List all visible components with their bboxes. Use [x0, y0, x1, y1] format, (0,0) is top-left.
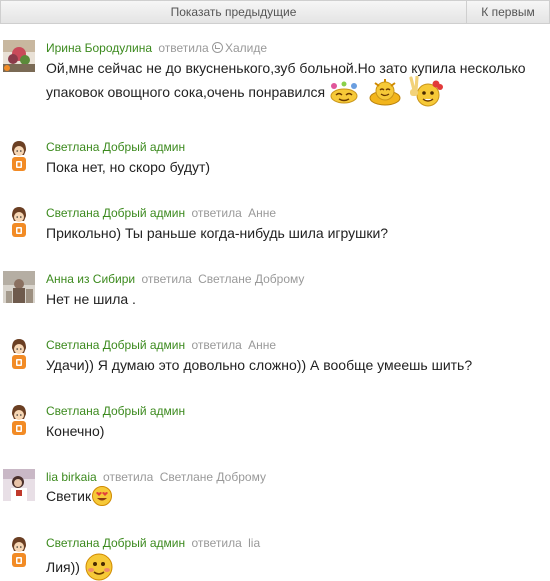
reply-prefix: ответила [191, 206, 242, 220]
smiley-victory-icon [409, 76, 444, 107]
online-indicator [4, 65, 10, 71]
message-text: Ой,мне сейчас не до вкусненького,зуб бол… [46, 58, 546, 107]
reply-prefix: ответила [158, 41, 209, 55]
show-previous-button[interactable]: Показать предыдущие [0, 0, 466, 24]
message-text-row: упаковок овощного сока,очень понравился [46, 76, 546, 107]
message: Светлана Добрый админ ответила Анне Прик… [0, 205, 550, 245]
message: Светлана Добрый админ ответила Анне Удач… [0, 337, 550, 377]
message-header: Светлана Добрый админ [46, 403, 185, 419]
message-header: Светлана Добрый админ ответила lia [46, 535, 260, 551]
message-text: Конечно) [46, 423, 105, 439]
author-name[interactable]: Ирина Бородулина [46, 41, 152, 55]
user-avatar[interactable] [3, 271, 35, 303]
reply-prefix: ответила [191, 536, 242, 550]
message-text: Нет не шила . [46, 291, 136, 307]
message: Анна из Сибири ответила Светлане Доброму… [0, 271, 550, 311]
author-name[interactable]: Светлана Добрый админ [46, 404, 185, 418]
reply-prefix: ответила [141, 272, 192, 286]
author-name[interactable]: Светлана Добрый админ [46, 536, 185, 550]
admin-avatar[interactable] [3, 205, 35, 237]
smiley-sun-hat-icon [369, 79, 401, 106]
message: Светлана Добрый админ Пока нет, но скоро… [0, 139, 550, 179]
to-first-button[interactable]: К первым [466, 0, 550, 24]
message-text-line: Ой,мне сейчас не до вкусненького,зуб бол… [46, 60, 526, 76]
author-name[interactable]: lia birkaia [46, 470, 97, 484]
reply-target[interactable]: Светлане Доброму [198, 272, 304, 286]
message-text: Удачи)) Я думаю это довольно сложно)) А … [46, 357, 473, 373]
message-header: lia birkaia ответила Светлане Доброму [46, 469, 266, 485]
message-text: Прикольно) Ты раньше когда-нибудь шила и… [46, 225, 389, 241]
author-name[interactable]: Анна из Сибири [46, 272, 135, 286]
user-avatar[interactable] [3, 469, 35, 501]
author-name[interactable]: Светлана Добрый админ [46, 338, 185, 352]
admin-avatar[interactable] [3, 535, 35, 567]
message-text-line: Лия)) [46, 559, 80, 575]
reply-target[interactable]: lia [248, 536, 260, 550]
reply-icon [212, 42, 223, 53]
message-text-line: упаковок овощного сока,очень понравился [46, 84, 326, 100]
message-header: Анна из Сибири ответила Светлане Доброму [46, 271, 304, 287]
message-text-line: Светик [46, 488, 92, 504]
reply-target[interactable]: Светлане Доброму [160, 470, 266, 484]
reply-target[interactable]: Халиде [225, 41, 267, 55]
message-header: Светлана Добрый админ ответила Анне [46, 337, 276, 353]
author-name[interactable]: Светлана Добрый админ [46, 140, 185, 154]
message: lia birkaia ответила Светлане Доброму Св… [0, 469, 550, 509]
admin-avatar[interactable] [3, 403, 35, 435]
message: Светлана Добрый админ Конечно) [0, 403, 550, 443]
message-header: Светлана Добрый админ [46, 139, 185, 155]
message: Ирина Бородулина ответила Халиде Ой,мне … [0, 40, 550, 112]
message-text: Лия)) [46, 553, 114, 581]
reply-prefix: ответила [191, 338, 242, 352]
smiley-laughing-icon [330, 81, 358, 104]
admin-avatar[interactable] [3, 139, 35, 171]
smiley-in-love-icon [92, 486, 113, 506]
reply-prefix: ответила [103, 470, 154, 484]
reply-target[interactable]: Анне [248, 206, 276, 220]
message: Светлана Добрый админ ответила lia Лия)) [0, 535, 550, 581]
message-text: Светик [46, 485, 113, 507]
reply-target[interactable]: Анне [248, 338, 276, 352]
message-header: Светлана Добрый админ ответила Анне [46, 205, 276, 221]
admin-avatar[interactable] [3, 337, 35, 369]
author-name[interactable]: Светлана Добрый админ [46, 206, 185, 220]
pagination-bar: Показать предыдущие К первым [0, 0, 550, 24]
message-header: Ирина Бородулина ответила Халиде [46, 40, 267, 56]
smiley-blush-icon [85, 553, 113, 581]
message-text: Пока нет, но скоро будут) [46, 159, 211, 175]
